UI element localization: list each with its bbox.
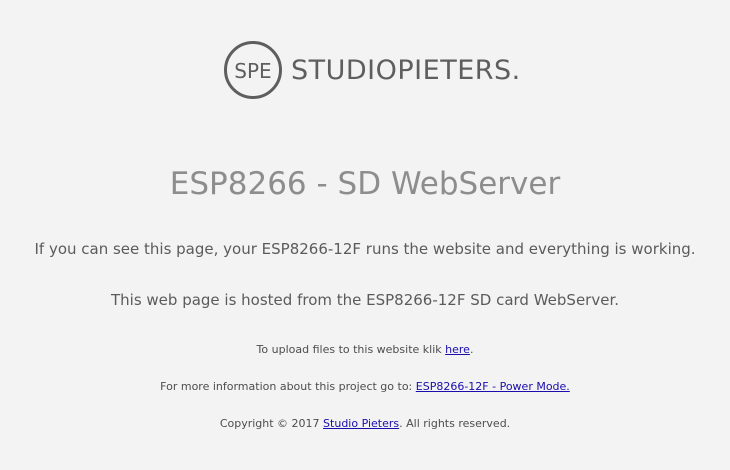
copyright-text: Copyright © 2017 bbox=[219, 417, 324, 430]
upload-here-link[interactable]: here bbox=[445, 343, 470, 356]
studiopieters-logo: SPE STUDIOPIETERS. bbox=[223, 40, 521, 100]
upload-line: To upload files to this website klik her… bbox=[0, 343, 730, 356]
copyright-suffix: . All rights reserved. bbox=[399, 417, 511, 430]
page-title: ESP8266 - SD WebServer bbox=[169, 166, 561, 202]
copyright-footer: Copyright © 2017 Studio Pieters. All rig… bbox=[0, 417, 730, 430]
studio-pieters-link[interactable]: Studio Pieters bbox=[323, 417, 399, 430]
upload-text: To upload files to this website klik bbox=[256, 343, 446, 356]
project-info-link[interactable]: ESP8266-12F - Power Mode. bbox=[416, 380, 570, 393]
logo-mark-text: SPE bbox=[234, 59, 271, 83]
status-message: If you can see this page, your ESP8266-1… bbox=[34, 240, 696, 258]
logo-brand-text: STUDIOPIETERS. bbox=[291, 54, 521, 86]
hosting-message: This web page is hosted from the ESP8266… bbox=[110, 291, 619, 309]
info-line: For more information about this project … bbox=[0, 380, 730, 393]
page: SPE STUDIOPIETERS. ESP8266 - SD WebServe… bbox=[0, 0, 730, 470]
info-text: For more information about this project … bbox=[160, 380, 416, 393]
upload-suffix: . bbox=[469, 343, 474, 356]
spe-logo-icon: SPE bbox=[224, 41, 282, 99]
